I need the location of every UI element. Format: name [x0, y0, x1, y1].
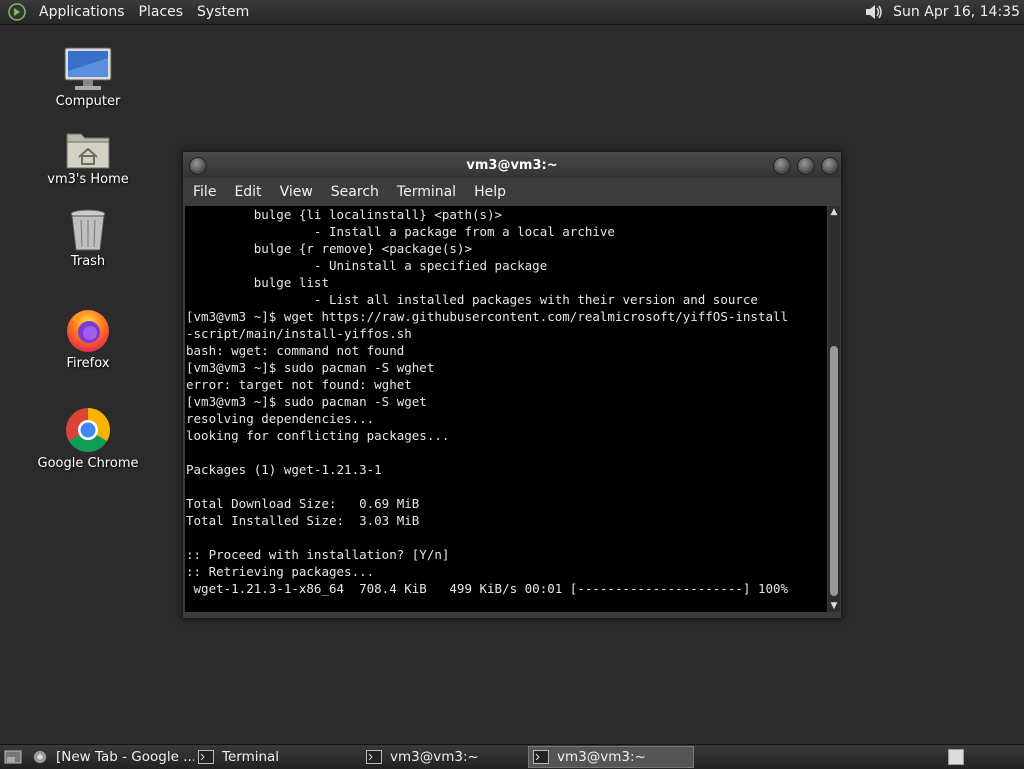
desktop-icon-label: Computer — [55, 94, 121, 109]
menu-system[interactable]: System — [190, 4, 256, 20]
desktop-icon-label: Trash — [70, 254, 106, 269]
terminal-icon — [366, 750, 382, 764]
bottom-panel: [New Tab - Google ... Terminal vm3@vm3:~… — [0, 744, 1024, 769]
home-folder-icon — [66, 133, 110, 169]
maximize-button[interactable] — [797, 157, 815, 175]
menu-edit[interactable]: Edit — [225, 184, 270, 200]
bottom-panel-tray — [948, 749, 1024, 765]
terminal-line: [vm3@vm3 ~]$ sudo pacman -S wghet — [186, 360, 435, 375]
terminal-line: - List all installed packages with their… — [186, 292, 758, 307]
desktop-icon-home[interactable]: vm3's Home — [33, 128, 143, 187]
window-titlebar[interactable]: vm3@vm3:~ — [183, 152, 841, 178]
scroll-up-arrow-icon[interactable]: ▲ — [828, 206, 840, 218]
chrome-icon — [33, 750, 47, 764]
terminal-line: bulge {r remove} <package(s)> — [186, 241, 472, 256]
scrollbar-thumb[interactable] — [830, 346, 838, 596]
terminal-line: wget-1.21.3-1-x86_64 708.4 KiB 499 KiB/s… — [186, 581, 789, 596]
menu-applications[interactable]: Applications — [32, 4, 132, 20]
terminal-line: bulge {li localinstall} <path(s)> — [186, 207, 503, 222]
terminal-line: :: Retrieving packages... — [186, 564, 375, 579]
terminal-window[interactable]: vm3@vm3:~ File Edit View Search Terminal… — [182, 151, 842, 619]
taskbar-item-label: vm3@vm3:~ — [390, 749, 479, 765]
terminal-line: -script/main/install-yiffos.sh — [186, 326, 412, 341]
menu-file[interactable]: File — [183, 184, 225, 200]
menu-help[interactable]: Help — [465, 184, 515, 200]
close-button[interactable] — [821, 157, 839, 175]
desktop-icon-firefox[interactable]: Firefox — [33, 306, 143, 371]
terminal-line: resolving dependencies... — [186, 411, 375, 426]
terminal-icon — [533, 750, 549, 764]
clock[interactable]: Sun Apr 16, 14:35 — [893, 4, 1020, 20]
terminal-line: - Uninstall a specified package — [186, 258, 548, 273]
terminal-output[interactable]: bulge {li localinstall} <path(s)> - Inst… — [185, 206, 827, 612]
top-panel: Applications Places System Sun Apr 16, 1… — [0, 0, 1024, 25]
menu-terminal[interactable]: Terminal — [388, 184, 465, 200]
taskbar-item-label: [New Tab - Google ... — [56, 749, 194, 765]
trash-can-icon — [70, 209, 106, 251]
terminal-line: Packages (1) wget-1.21.3-1 — [186, 462, 382, 477]
terminal-line: error: target not found: wghet — [186, 377, 412, 392]
desktop-icon-label: Firefox — [66, 356, 110, 371]
minimize-button[interactable] — [773, 157, 791, 175]
taskbar-item-terminal[interactable]: Terminal — [194, 746, 362, 768]
terminal-line: Total Download Size: 0.69 MiB — [186, 496, 420, 511]
scroll-down-arrow-icon[interactable]: ▼ — [828, 600, 840, 612]
menu-view[interactable]: View — [271, 184, 322, 200]
taskbar-item-label: Terminal — [222, 749, 280, 765]
terminal-line: bash: wget: command not found — [186, 343, 405, 358]
desktop-icon-trash[interactable]: Trash — [33, 208, 143, 269]
window-menu-button[interactable] — [189, 157, 207, 175]
desktop-icon-chrome[interactable]: Google Chrome — [33, 406, 143, 471]
terminal-line: [vm3@vm3 ~]$ sudo pacman -S wget — [186, 394, 427, 409]
volume-icon[interactable] — [863, 1, 885, 23]
menu-places[interactable]: Places — [132, 4, 191, 20]
computer-monitor-icon — [64, 47, 112, 90]
terminal-line: Total Installed Size: 3.03 MiB — [186, 513, 420, 528]
firefox-icon — [67, 310, 109, 352]
taskbar-item-chrome[interactable]: [New Tab - Google ... — [28, 746, 194, 768]
terminal-line: bulge list — [186, 275, 329, 290]
terminal-icon — [198, 750, 214, 764]
taskbar-item-vm3-terminal-1[interactable]: vm3@vm3:~ — [362, 746, 528, 768]
terminal-line: looking for conflicting packages... — [186, 428, 450, 443]
terminal-line: [vm3@vm3 ~]$ wget https://raw.githubuser… — [186, 309, 789, 324]
desktop-icon-label: vm3's Home — [47, 172, 129, 187]
terminal-line: :: Proceed with installation? [Y/n] — [186, 547, 450, 562]
chrome-icon — [66, 408, 110, 452]
terminal-line: - Install a package from a local archive — [186, 224, 615, 239]
window-title: vm3@vm3:~ — [466, 157, 558, 173]
distro-logo-icon[interactable] — [8, 3, 26, 21]
terminal-scrollbar[interactable]: ▲ ▼ — [828, 206, 840, 612]
desktop-icon-label: Google Chrome — [37, 456, 139, 471]
top-panel-tray: Sun Apr 16, 14:35 — [863, 1, 1024, 23]
workspace-switcher[interactable] — [948, 749, 964, 765]
taskbar-item-vm3-terminal-2[interactable]: vm3@vm3:~ — [528, 746, 694, 768]
menu-search[interactable]: Search — [322, 184, 388, 200]
desktop-icon-computer[interactable]: Computer — [33, 46, 143, 109]
taskbar-item-label: vm3@vm3:~ — [557, 749, 646, 765]
window-menubar: File Edit View Search Terminal Help — [183, 178, 841, 206]
show-desktop-icon[interactable] — [4, 750, 22, 764]
